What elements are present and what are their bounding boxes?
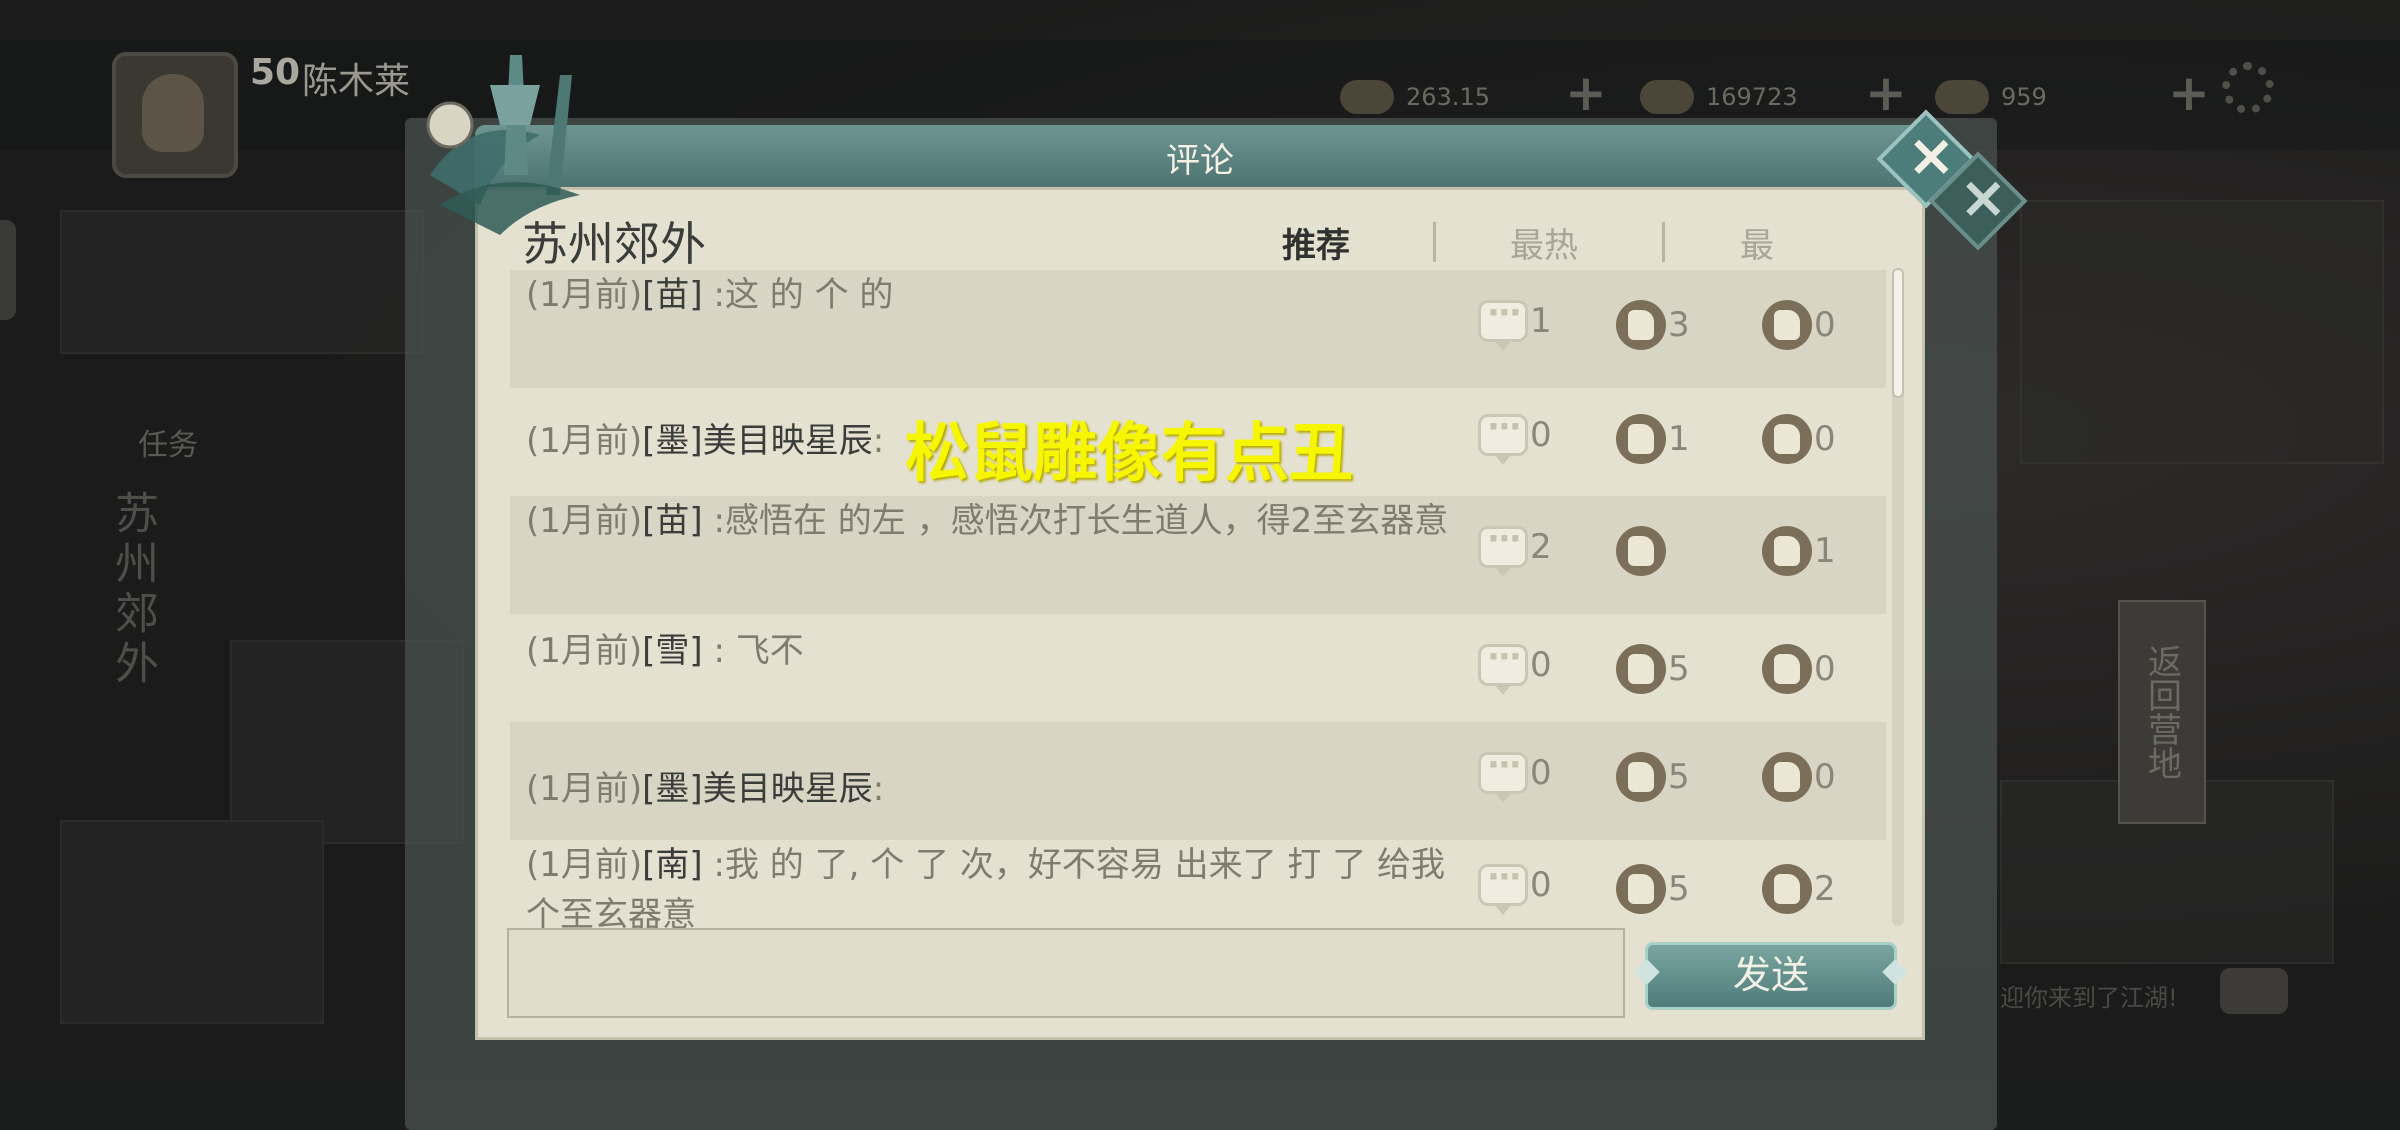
- comment-scrollbar[interactable]: [1892, 268, 1904, 926]
- resource-2: 169723: [1640, 72, 1798, 122]
- comment-text: (1月前)[墨]美目映星辰:: [526, 769, 885, 809]
- building: [2020, 200, 2384, 464]
- comment-icon: [1478, 637, 1528, 695]
- add-resource-button[interactable]: +: [1865, 68, 1907, 118]
- player-level: 50: [250, 52, 301, 93]
- like-count[interactable]: 1: [1616, 414, 1690, 464]
- task-button[interactable]: 任务: [138, 420, 198, 464]
- resource-3: 959: [1935, 72, 2047, 122]
- dislike-count[interactable]: 0: [1762, 414, 1836, 464]
- comment-row: (1月前)[墨]美目映星辰: 0 5 0: [510, 722, 1886, 840]
- player-avatar[interactable]: [112, 52, 238, 178]
- thumbs-up-icon: [1616, 864, 1666, 914]
- comment-text: (1月前)[苗] :感悟在 的左 ，感悟次打长生道人，得2至玄器意: [526, 501, 1449, 541]
- dislike-count[interactable]: 0: [1762, 300, 1836, 350]
- comment-text: (1月前)[南] :我 的 了, 个 了 次，好不容易 出来了 打 了 给我 个…: [526, 845, 1446, 928]
- gear-icon[interactable]: [2222, 62, 2274, 114]
- resource-1: 263.15: [1340, 72, 1490, 122]
- reply-count[interactable]: 2: [1478, 519, 1552, 577]
- dislike-count[interactable]: 0: [1762, 752, 1836, 802]
- building: [60, 210, 424, 354]
- chat-icon[interactable]: [2220, 968, 2288, 1014]
- map-location-label: 苏州郊外: [107, 490, 158, 690]
- reply-count[interactable]: 0: [1478, 857, 1552, 915]
- comment-input[interactable]: [507, 928, 1625, 1018]
- comment-row: (1月前)[苗] :这 的 个 的 1 3 0: [510, 270, 1886, 388]
- return-camp-button[interactable]: 返回营地: [2118, 600, 2206, 824]
- comment-author[interactable]: [南]: [642, 845, 703, 885]
- dislike-count[interactable]: 2: [1762, 864, 1836, 914]
- comment-author[interactable]: [苗]: [642, 501, 703, 541]
- comment-author[interactable]: [苗]: [642, 275, 703, 315]
- thumbs-down-icon: [1762, 644, 1812, 694]
- like-count[interactable]: 5: [1616, 864, 1690, 914]
- comment-icon: [1478, 857, 1528, 915]
- comment-author[interactable]: [墨]美目映星辰: [642, 421, 873, 461]
- send-button[interactable]: 发送: [1645, 942, 1897, 1010]
- ingot-icon: [1640, 80, 1694, 114]
- comment-icon: [1478, 519, 1528, 577]
- like-count[interactable]: 5: [1616, 644, 1690, 694]
- sort-tabs: 推荐 最热 最: [1230, 218, 1890, 268]
- welcome-message: 迎你来到了江湖!: [2000, 984, 2178, 1012]
- resource-value: 263.15: [1406, 83, 1490, 111]
- dumpling-icon: [1340, 80, 1394, 114]
- thumbs-up-icon: [1616, 526, 1666, 576]
- comment-row: (1月前)[南] :我 的 了, 个 了 次，好不容易 出来了 打 了 给我 个…: [510, 840, 1886, 928]
- comment-icon: [1478, 293, 1528, 351]
- dislike-count[interactable]: 1: [1762, 526, 1836, 576]
- tab-hottest[interactable]: 最热: [1510, 218, 1578, 267]
- tab-divider: [1433, 222, 1436, 262]
- like-count[interactable]: 5: [1616, 752, 1690, 802]
- thumbs-up-icon: [1616, 414, 1666, 464]
- thumbs-up-icon: [1616, 300, 1666, 350]
- comment-list[interactable]: (1月前)[苗] :这 的 个 的 1 3 0 (1月前)[墨]美目映星辰: 0…: [510, 270, 1886, 928]
- reply-count[interactable]: 1: [1478, 293, 1552, 351]
- comment-text: (1月前)[苗] :这 的 个 的: [526, 275, 894, 315]
- dialog-title: 评论: [1166, 141, 1234, 181]
- comment-icon: [1478, 407, 1528, 465]
- thumbs-down-icon: [1762, 300, 1812, 350]
- comment-row: (1月前)[雪] : 飞不 0 5 0: [510, 614, 1886, 722]
- add-resource-button[interactable]: +: [2168, 68, 2210, 118]
- thumbs-up-icon: [1616, 644, 1666, 694]
- close-button-shadow: ×: [1928, 151, 2028, 251]
- location-title: 苏州郊外: [522, 217, 706, 271]
- close-icon: ×: [1959, 163, 2008, 231]
- dialog-header: 评论: [475, 125, 1925, 187]
- highlighted-comment: 松鼠雕像有点丑: [905, 417, 1353, 491]
- player-name: 陈木莱: [302, 61, 411, 102]
- tab-newest[interactable]: 最: [1740, 218, 1774, 267]
- side-drawer-handle[interactable]: [0, 220, 16, 320]
- thumbs-up-icon: [1616, 752, 1666, 802]
- reply-count[interactable]: 0: [1478, 407, 1552, 465]
- comment-icon: [1478, 745, 1528, 803]
- comment-row: (1月前)[苗] :感悟在 的左 ，感悟次打长生道人，得2至玄器意 2 1: [510, 496, 1886, 614]
- gold-icon: [1935, 80, 1989, 114]
- reply-count[interactable]: 0: [1478, 745, 1552, 803]
- tab-recommended[interactable]: 推荐: [1282, 218, 1350, 267]
- dislike-count[interactable]: 0: [1762, 644, 1836, 694]
- thumbs-down-icon: [1762, 414, 1812, 464]
- building: [60, 820, 324, 1024]
- thumbs-down-icon: [1762, 752, 1812, 802]
- comment-text: (1月前)[雪] : 飞不: [526, 631, 804, 671]
- tab-divider: [1662, 222, 1665, 262]
- resource-value: 959: [2001, 83, 2047, 111]
- comment-author[interactable]: [墨]美目映星辰: [642, 769, 873, 809]
- resource-value: 169723: [1706, 83, 1798, 111]
- scrollbar-thumb[interactable]: [1892, 268, 1904, 398]
- add-resource-button[interactable]: +: [1565, 68, 1607, 118]
- comment-author[interactable]: [雪]: [642, 631, 703, 671]
- like-count[interactable]: 3: [1616, 300, 1690, 350]
- reply-count[interactable]: 0: [1478, 637, 1552, 695]
- like-count[interactable]: [1616, 526, 1668, 576]
- thumbs-down-icon: [1762, 526, 1812, 576]
- thumbs-down-icon: [1762, 864, 1812, 914]
